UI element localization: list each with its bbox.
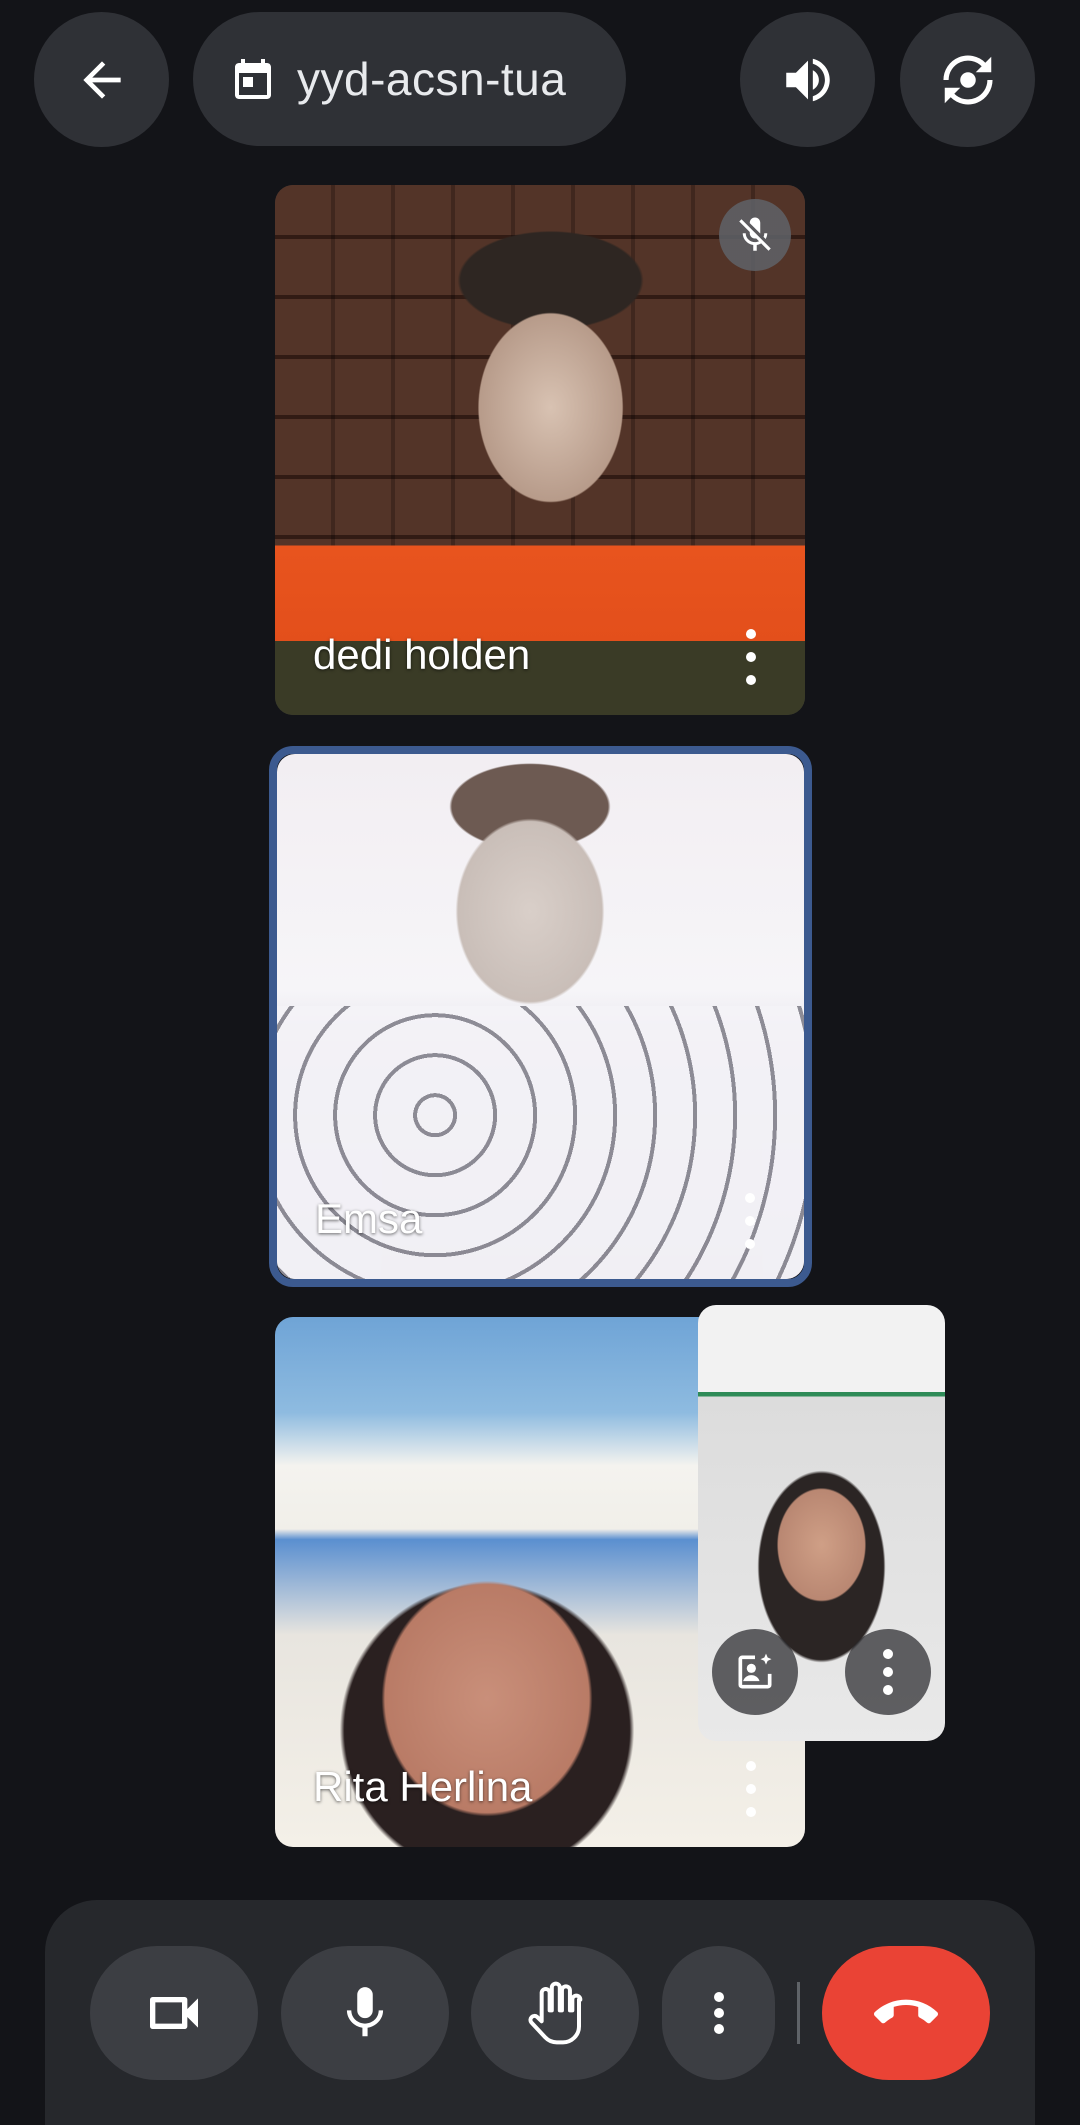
controls-divider	[797, 1982, 800, 2044]
hand-icon	[528, 1981, 583, 2045]
self-view-tile[interactable]	[698, 1305, 945, 1741]
call-end-icon	[874, 1999, 938, 2024]
calendar-icon	[235, 59, 271, 99]
more-vert-icon	[746, 1761, 756, 1771]
more-vert-icon	[746, 629, 756, 639]
self-view-options-button[interactable]	[845, 1629, 931, 1715]
arrow-back-icon	[82, 60, 121, 99]
participant-tile[interactable]: Emsa	[277, 754, 804, 1279]
camera-toggle-button[interactable]	[90, 1946, 258, 2080]
participant-options-button[interactable]	[741, 629, 761, 685]
audio-output-button[interactable]	[740, 12, 875, 147]
more-vert-icon	[713, 1992, 724, 2002]
end-call-button[interactable]	[822, 1946, 990, 2080]
switch-camera-icon	[942, 55, 993, 104]
back-button[interactable]	[34, 12, 169, 147]
participant-name: Rita Herlina	[313, 1763, 533, 1810]
participant-name: Emsa	[315, 1195, 423, 1242]
mic-off-icon	[739, 217, 771, 251]
participant-name: dedi holden	[313, 631, 531, 678]
more-vert-icon	[883, 1649, 893, 1659]
participant-options-button[interactable]	[741, 1761, 761, 1817]
more-vert-icon	[745, 1193, 755, 1203]
portrait-sparkle-icon	[738, 1653, 772, 1689]
volume-up-icon	[785, 58, 830, 101]
mic-off-indicator	[719, 199, 791, 271]
participant-tile[interactable]: dedi holden	[275, 185, 805, 715]
meeting-code: yyd-acsn-tua	[297, 53, 567, 105]
visual-effects-button[interactable]	[712, 1629, 798, 1715]
participant-options-button[interactable]	[740, 1193, 760, 1249]
videocam-icon	[150, 1997, 198, 2029]
mic-toggle-button[interactable]	[281, 1946, 449, 2080]
mic-icon	[346, 1987, 384, 2037]
meeting-info-button[interactable]: yyd-acsn-tua	[193, 12, 626, 146]
meet-call-screen: yyd-acsn-tua dedi holden Emsa Rita Herli…	[0, 0, 1080, 2125]
more-options-button[interactable]	[662, 1946, 775, 2080]
raise-hand-button[interactable]	[471, 1946, 639, 2080]
switch-camera-button[interactable]	[900, 12, 1035, 147]
